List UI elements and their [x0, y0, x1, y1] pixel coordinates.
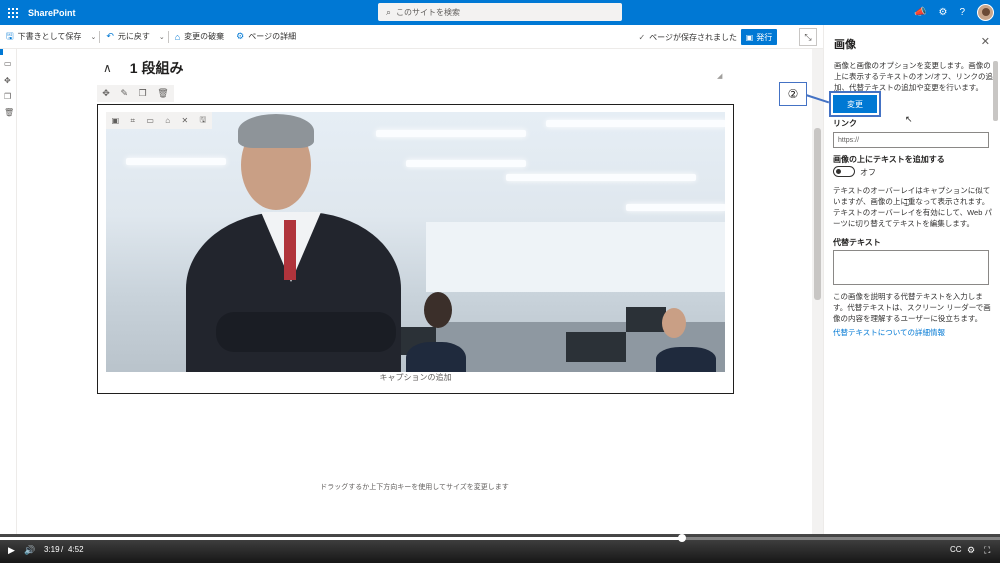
- gear-icon[interactable]: ⚙: [938, 7, 947, 18]
- annotation-number: ②: [779, 82, 807, 106]
- suite-icons: 📣 ⚙ ?: [914, 0, 994, 25]
- collapse-pane-button[interactable]: ⤡: [799, 28, 817, 46]
- help-icon[interactable]: ?: [959, 7, 965, 18]
- page-details-button[interactable]: ⚙ ページの詳細: [230, 25, 302, 49]
- publish-button[interactable]: ▣ 発行: [741, 29, 777, 45]
- suite-bar: SharePoint ⌕ このサイトを検索 📣 ⚙ ?: [0, 0, 1000, 25]
- search-icon: ⌕: [386, 6, 392, 17]
- text-cursor-icon: ⌶: [904, 198, 910, 208]
- save-draft-button[interactable]: 🖫 下書きとして保存: [0, 25, 87, 49]
- close-icon[interactable]: ✕: [981, 35, 990, 48]
- save-status-text: ページが保存されました: [649, 32, 737, 42]
- undo-icon: ↶: [106, 31, 114, 41]
- publish-label: 発行: [756, 32, 773, 42]
- save-icon: 🖫: [6, 30, 14, 41]
- annotation-highlight: [829, 91, 881, 117]
- collapse-icon: ⤡: [804, 31, 812, 42]
- drag-hint: ドラッグするか上下方向キーを使用してサイズを変更します: [320, 484, 509, 491]
- link-input[interactable]: https://: [833, 132, 989, 148]
- captions-icon[interactable]: CC: [950, 545, 962, 554]
- pane-description: 画像と画像のオプションを変更します。画像の上に表示するテキストのオン/オフ、リン…: [834, 61, 994, 92]
- undo-label: 元に戻す: [117, 32, 150, 41]
- overlay-state: オフ: [860, 168, 876, 177]
- progress-fill: [0, 537, 682, 540]
- save-icon[interactable]: 🖫: [199, 114, 206, 128]
- scrollbar-thumb[interactable]: [814, 128, 821, 300]
- move-icon[interactable]: ✥: [102, 88, 110, 99]
- webpart-toolbar: ✥ ✎ ❐ 🗑: [97, 85, 174, 102]
- comment-icon[interactable]: ▭: [4, 59, 12, 68]
- discard-icon: ⌂: [174, 31, 181, 42]
- current-time: 3:19: [44, 545, 60, 554]
- alt-text-input[interactable]: [833, 250, 989, 285]
- play-icon[interactable]: ▶: [8, 545, 15, 556]
- image-photo[interactable]: [106, 112, 725, 372]
- image-toolbar: ▣ ⌗ ▭ ⌂ ✕ 🖫: [106, 112, 212, 129]
- search-placeholder: このサイトを検索: [396, 7, 461, 17]
- caption-field[interactable]: キャプションの追加: [97, 372, 734, 386]
- section-title[interactable]: 1 段組み: [130, 58, 184, 78]
- delete-icon[interactable]: 🗑: [4, 108, 14, 117]
- close-icon[interactable]: ✕: [181, 116, 188, 125]
- overlay-label: 画像の上にテキストを追加する: [833, 155, 945, 164]
- undo-button[interactable]: ↶ 元に戻す: [100, 25, 156, 49]
- publish-icon: ▣: [745, 32, 754, 42]
- active-indicator: [0, 49, 3, 55]
- alt-text-label: 代替テキスト: [833, 238, 881, 247]
- volume-icon[interactable]: 🔊: [24, 545, 35, 556]
- app-launcher-icon[interactable]: [0, 0, 26, 25]
- chevron-up-icon[interactable]: ∧: [103, 61, 112, 75]
- move-icon[interactable]: ✥: [4, 76, 11, 85]
- resize-handle-icon[interactable]: ◢: [717, 72, 722, 80]
- edit-icon[interactable]: ✎: [120, 88, 128, 99]
- chevron-down-icon[interactable]: ⌄: [156, 33, 168, 41]
- app-name[interactable]: SharePoint: [28, 8, 76, 18]
- progress-knob[interactable]: [678, 534, 686, 542]
- crop-icon[interactable]: ⌗: [131, 116, 136, 126]
- save-status: ✓ ページが保存されました: [638, 25, 737, 49]
- alt-text-learn-more-link[interactable]: 代替テキストについての詳細情報: [833, 327, 945, 338]
- chevron-down-icon[interactable]: ⌄: [87, 33, 99, 41]
- avatar[interactable]: [977, 4, 994, 21]
- total-time: 4:52: [68, 545, 84, 554]
- discard-button[interactable]: ⌂ 変更の破棄: [169, 25, 230, 49]
- link-label: リンク: [833, 119, 857, 128]
- cursor-icon: ↖: [905, 114, 913, 124]
- alt-text-help: この画像を説明する代替テキストを入力します。代替テキストは、スクリーン リーダー…: [833, 292, 991, 323]
- pane-title: 画像: [834, 39, 856, 51]
- overlay-description: テキストのオーバーレイはキャプションに似ていますが、画像の上に重なって表示されま…: [833, 186, 992, 228]
- fullscreen-icon[interactable]: ⛶: [984, 545, 990, 556]
- left-toolbox: ▭ ✥ ❐ 🗑: [0, 49, 17, 534]
- time-divider: /: [61, 545, 64, 554]
- section-header: ∧ 1 段組み: [103, 58, 183, 78]
- delete-icon[interactable]: 🗑: [157, 88, 168, 99]
- check-icon: ✓: [638, 32, 646, 42]
- overlay-toggle[interactable]: [833, 166, 855, 177]
- settings-icon[interactable]: ⚙: [967, 545, 975, 556]
- aspect-ratio-icon[interactable]: ▭: [146, 116, 154, 125]
- discard-label: 変更の破棄: [184, 32, 225, 41]
- canvas-scrollbar[interactable]: [812, 49, 823, 534]
- duplicate-icon[interactable]: ❐: [139, 88, 147, 99]
- megaphone-icon[interactable]: 📣: [914, 7, 926, 18]
- save-draft-label: 下書きとして保存: [17, 32, 82, 41]
- command-bar: 🖫 下書きとして保存 ⌄ ↶ 元に戻す ⌄ ⌂ 変更の破棄 ⚙ ページの詳細 ✓…: [0, 25, 823, 49]
- settings-icon: ⚙: [236, 31, 245, 41]
- page-details-label: ページの詳細: [248, 32, 297, 41]
- pane-scrollbar[interactable]: [993, 61, 998, 121]
- reset-icon[interactable]: ⌂: [165, 116, 170, 125]
- image-icon[interactable]: ▣: [112, 116, 120, 125]
- search-box[interactable]: ⌕ このサイトを検索: [378, 3, 622, 21]
- duplicate-icon[interactable]: ❐: [4, 92, 11, 101]
